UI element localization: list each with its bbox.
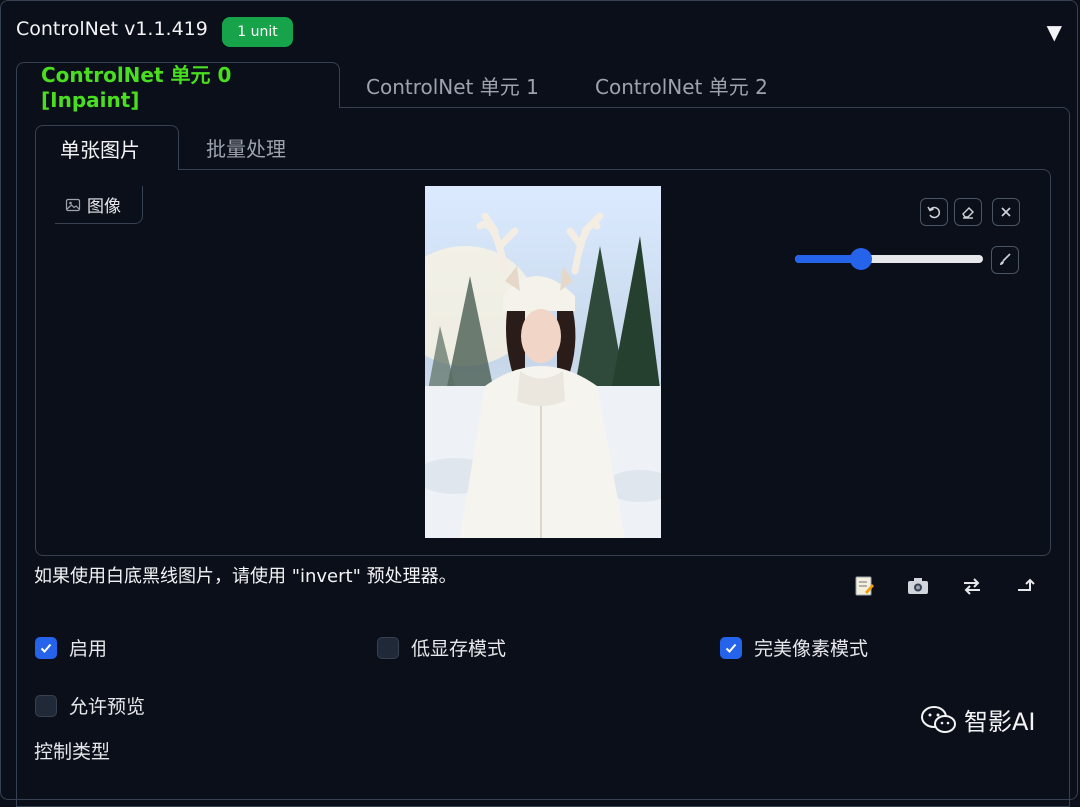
swap-button[interactable]	[958, 572, 986, 600]
invert-hint-text: 如果使用白底黑线图片，请使用 "invert" 预处理器。	[34, 566, 457, 587]
send-icon	[1018, 578, 1035, 591]
clear-button[interactable]	[992, 198, 1020, 226]
image-icon	[65, 198, 81, 211]
brush-button[interactable]	[991, 246, 1019, 274]
wechat-icon	[921, 705, 956, 733]
checkmark-icon	[40, 643, 52, 653]
tab-unit-2[interactable]: ControlNet 单元 2	[571, 62, 792, 108]
undo-icon	[927, 206, 941, 219]
panel-title: ControlNet v1.1.419	[16, 18, 208, 40]
enable-label: 启用	[69, 638, 108, 660]
pixel-perfect-label: 完美像素模式	[754, 638, 869, 660]
low-vram-label: 低显存模式	[411, 638, 507, 660]
allow-preview-checkbox-box[interactable]	[35, 694, 57, 717]
tab-batch[interactable]: 批量处理	[182, 125, 310, 170]
tab-single-image[interactable]: 单张图片	[35, 125, 179, 170]
pixel-perfect-checkbox-box[interactable]	[720, 636, 742, 659]
photo-illustration	[425, 186, 661, 538]
uploaded-photo[interactable]	[425, 186, 661, 538]
close-icon	[1001, 207, 1011, 217]
send-button[interactable]	[1012, 572, 1040, 600]
low-vram-checkbox[interactable]: 低显存模式	[377, 634, 506, 661]
undo-button[interactable]	[920, 198, 948, 226]
unit-count-badge: 1 unit	[222, 17, 293, 47]
brush-icon	[1000, 253, 1011, 265]
checkmark-icon	[725, 643, 737, 653]
slider-thumb[interactable]	[849, 248, 872, 270]
enable-checkbox[interactable]: 启用	[35, 634, 107, 661]
low-vram-checkbox-box[interactable]	[377, 636, 399, 659]
enable-checkbox-box[interactable]	[35, 636, 57, 659]
control-type-label: 控制类型	[34, 741, 111, 763]
eraser-icon	[962, 207, 974, 219]
camera-button[interactable]	[904, 572, 932, 600]
edit-icon	[855, 576, 874, 596]
collapse-toggle-icon[interactable]: ▼	[1047, 20, 1062, 44]
image-label-text: 图像	[87, 197, 121, 217]
brush-size-slider[interactable]	[795, 248, 983, 270]
camera-icon	[908, 578, 928, 594]
pixel-perfect-checkbox[interactable]: 完美像素模式	[720, 634, 868, 661]
allow-preview-label: 允许预览	[69, 696, 146, 718]
swap-icon	[964, 578, 980, 595]
eraser-button[interactable]	[954, 198, 982, 226]
image-label: 图像	[55, 186, 143, 224]
allow-preview-checkbox[interactable]: 允许预览	[35, 692, 145, 719]
watermark-text: 智影AI	[964, 708, 1036, 736]
tab-unit-0[interactable]: ControlNet 单元 0 [Inpaint]	[16, 62, 340, 112]
watermark: 智影AI	[920, 702, 1036, 737]
edit-button[interactable]	[850, 572, 878, 600]
tab-unit-1[interactable]: ControlNet 单元 1	[342, 62, 563, 108]
